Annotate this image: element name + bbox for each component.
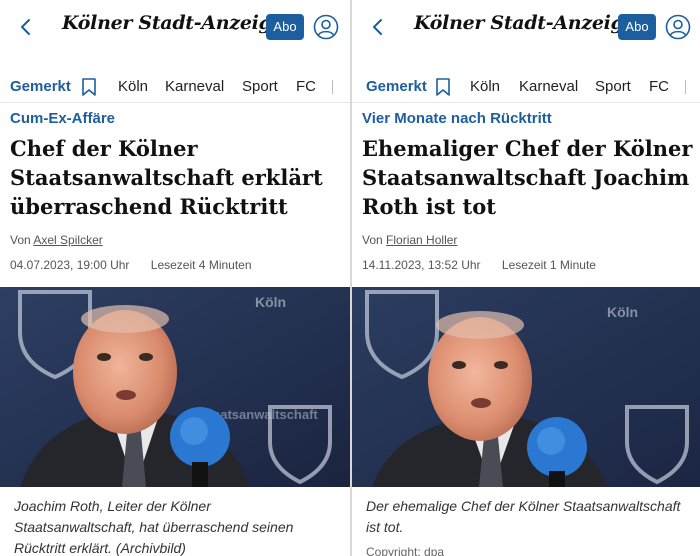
portrait-photo: Köln Staatsanwaltschaft xyxy=(0,287,350,487)
user-circle-icon[interactable] xyxy=(665,14,691,40)
nav-divider xyxy=(0,102,350,103)
article-kicker: Vier Monate nach Rücktritt xyxy=(362,110,552,127)
user-circle-icon[interactable] xyxy=(313,14,339,40)
byline: Von Axel Spilcker xyxy=(10,233,103,247)
nav-item-karneval[interactable]: Karneval xyxy=(519,78,578,95)
article-headline: Ehemaliger Chef der Kölner Staatsanwalts… xyxy=(362,136,693,219)
nav-item-gemerkt[interactable]: Gemerkt xyxy=(366,78,427,95)
reading-time: Lesezeit 4 Minuten xyxy=(150,258,252,272)
reading-time: Lesezeit 1 Minute xyxy=(501,258,596,272)
byline-prefix: Von xyxy=(362,233,383,247)
section-nav: Gemerkt Köln Karneval Sport FC xyxy=(0,70,350,104)
nav-divider xyxy=(352,102,700,103)
photo-credit: Copyright: dpa xyxy=(366,545,445,556)
wall-text: Köln xyxy=(607,304,638,320)
article-panel-left: Kölner Stadt-Anzeiger Abo Gemerkt Köln K… xyxy=(0,0,350,556)
photo-caption: Der ehemalige Chef der Kölner Staatsanwa… xyxy=(366,498,681,535)
wall-text: Köln xyxy=(255,294,286,310)
section-nav: Gemerkt Köln Karneval Sport FC xyxy=(352,70,700,104)
publish-date: 04.07.2023, 19:00 Uhr xyxy=(10,258,130,272)
top-bar: Kölner Stadt-Anzeiger Abo xyxy=(352,0,700,56)
article-kicker: Cum-Ex-Affäre xyxy=(10,110,116,127)
chevron-left-icon[interactable] xyxy=(366,14,390,40)
article-meta: 14.11.2023, 13:52 Uhr Lesezeit 1 Minute xyxy=(362,258,596,272)
nav-overflow-divider xyxy=(685,80,686,94)
abo-button[interactable]: Abo xyxy=(266,14,304,40)
nav-item-sport[interactable]: Sport xyxy=(242,78,278,95)
nav-item-gemerkt[interactable]: Gemerkt xyxy=(10,78,71,95)
nav-item-fc[interactable]: FC xyxy=(649,78,669,95)
publish-date: 14.11.2023, 13:52 Uhr xyxy=(362,258,481,272)
byline-prefix: Von xyxy=(10,233,31,247)
author-link[interactable]: Florian Holler xyxy=(386,233,457,247)
site-logo[interactable]: Kölner Stadt-Anzeiger xyxy=(414,12,645,34)
nav-item-koeln[interactable]: Köln xyxy=(118,78,148,95)
article-panel-right: Kölner Stadt-Anzeiger Abo Gemerkt Köln K… xyxy=(352,0,700,556)
top-bar: Kölner Stadt-Anzeiger Abo xyxy=(0,0,350,56)
abo-button[interactable]: Abo xyxy=(618,14,656,40)
article-photo: Köln Staatsanwaltschaft xyxy=(0,287,350,487)
bookmark-icon[interactable] xyxy=(435,77,451,97)
nav-item-sport[interactable]: Sport xyxy=(595,78,631,95)
comparison-screenshot: Kölner Stadt-Anzeiger Abo Gemerkt Köln K… xyxy=(0,0,700,556)
article-headline: Chef der Kölner Staatsanwaltschaft erklä… xyxy=(10,136,323,219)
byline: Von Florian Holler xyxy=(362,233,457,247)
article-photo: Köln xyxy=(352,287,700,487)
chevron-left-icon[interactable] xyxy=(14,14,38,40)
nav-item-fc[interactable]: FC xyxy=(296,78,316,95)
bookmark-icon[interactable] xyxy=(81,77,97,97)
site-logo[interactable]: Kölner Stadt-Anzeiger xyxy=(62,12,293,34)
portrait-photo: Köln xyxy=(352,287,700,487)
nav-item-karneval[interactable]: Karneval xyxy=(165,78,224,95)
article-meta: 04.07.2023, 19:00 Uhr Lesezeit 4 Minuten xyxy=(10,258,252,272)
photo-caption: Joachim Roth, Leiter der Kölner Staatsan… xyxy=(14,498,294,556)
author-link[interactable]: Axel Spilcker xyxy=(33,233,102,247)
nav-overflow-divider xyxy=(332,80,333,94)
nav-item-koeln[interactable]: Köln xyxy=(470,78,500,95)
